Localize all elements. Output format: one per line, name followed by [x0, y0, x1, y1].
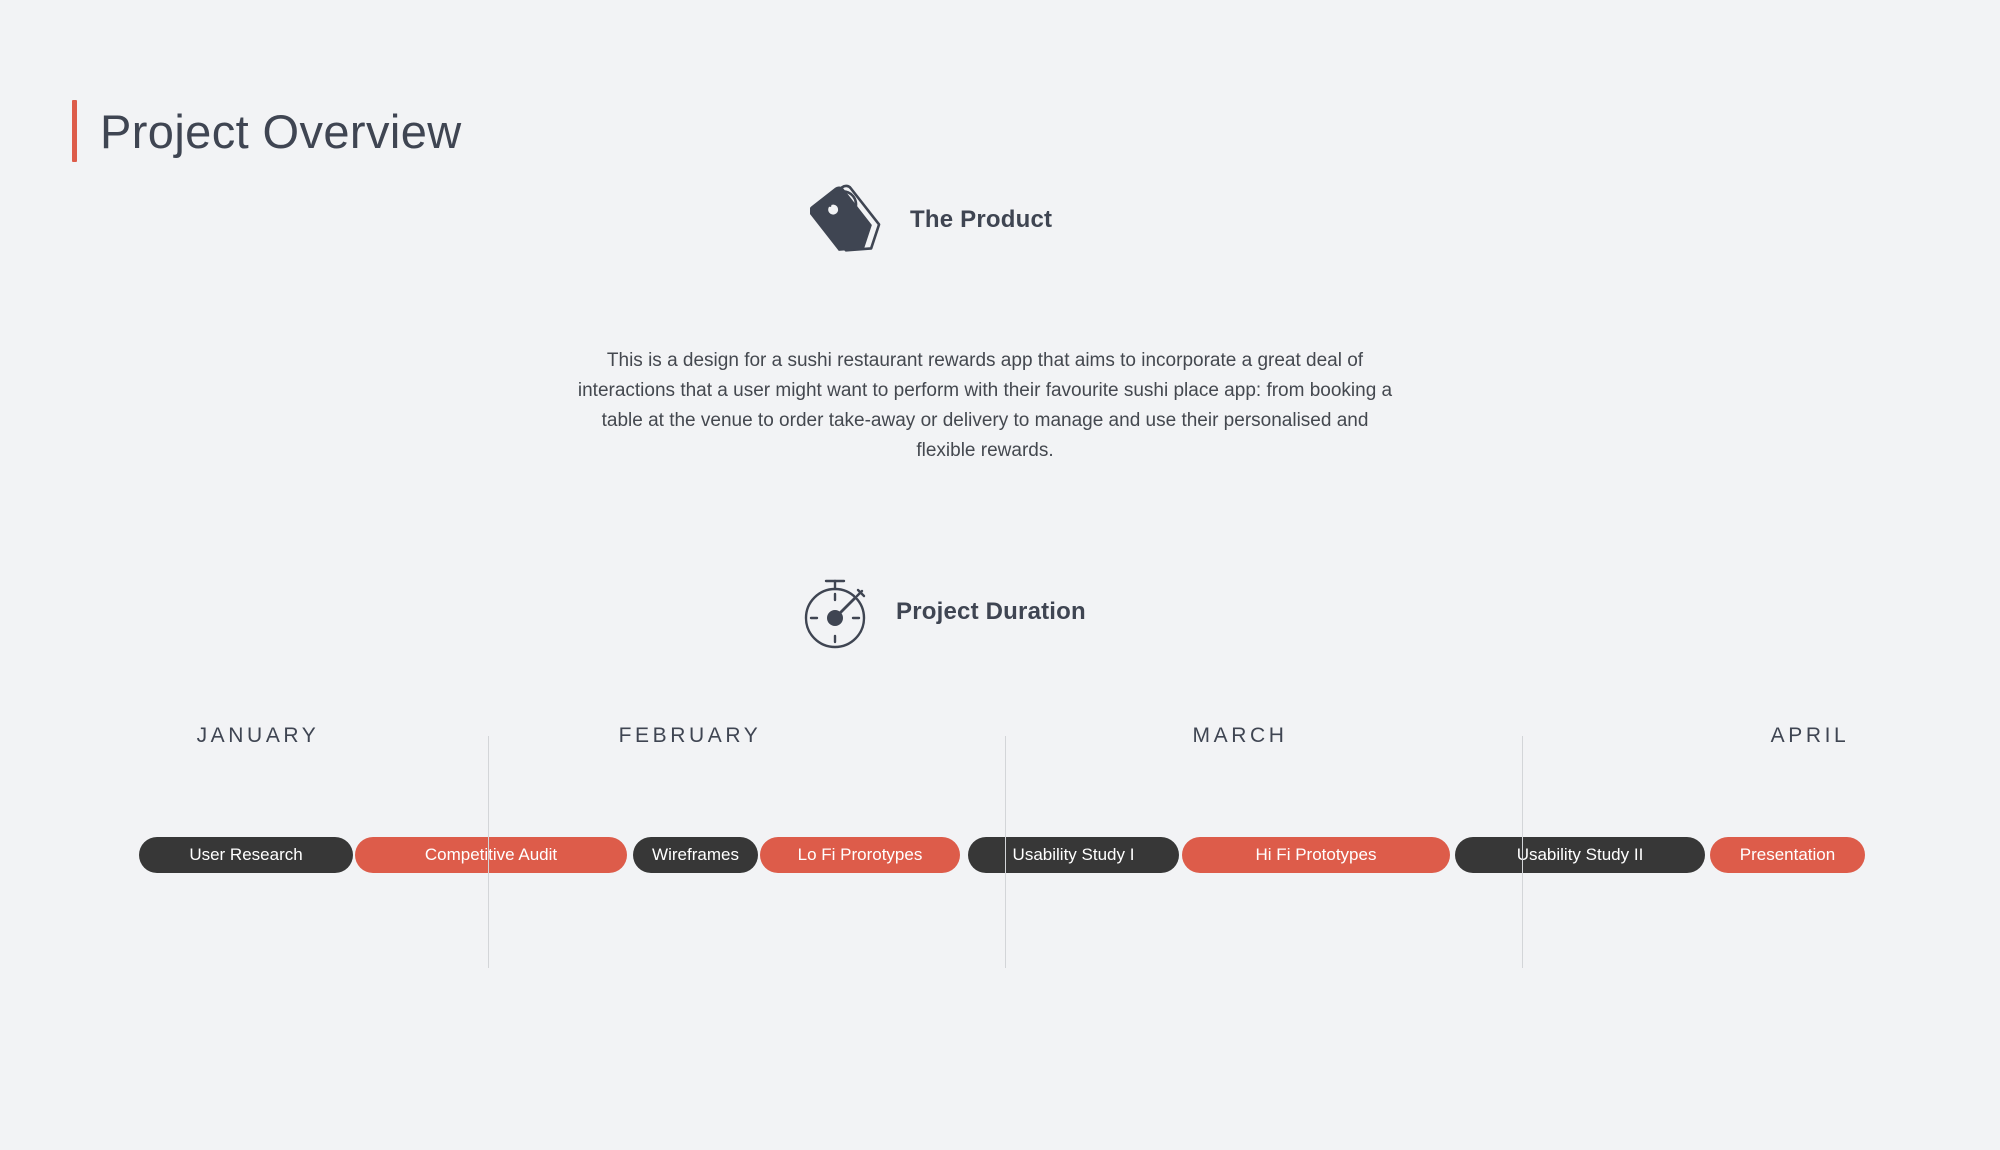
product-section-heading: The Product	[810, 182, 1052, 258]
timeline-task-pill[interactable]: Wireframes	[633, 837, 758, 873]
duration-heading-label: Project Duration	[896, 598, 1086, 625]
timeline-task-pill[interactable]: User Research	[139, 837, 353, 873]
timeline-task-pill[interactable]: Usability Study I	[968, 837, 1179, 873]
project-timeline: JANUARY FEBRUARY MARCH APRIL User Research C…	[0, 724, 2000, 984]
page-title: Project Overview	[100, 104, 462, 158]
timeline-month-divider	[1005, 736, 1006, 968]
title-accent-bar	[72, 100, 77, 162]
page-header: Project Overview	[72, 100, 462, 162]
timeline-task-pill[interactable]: Hi Fi Prototypes	[1182, 837, 1450, 873]
timeline-task-pill[interactable]: Competitive Audit	[355, 837, 627, 873]
timeline-task-row: User Research Competitive Audit Wireframes…	[0, 837, 2000, 875]
stopwatch-icon	[795, 570, 879, 654]
timeline-month-divider	[488, 736, 489, 968]
product-heading-label: The Product	[910, 206, 1053, 233]
timeline-month-label: FEBRUARY	[618, 724, 762, 747]
timeline-task-pill[interactable]: Usability Study II	[1455, 837, 1705, 873]
timeline-task-pill[interactable]: Presentation	[1710, 837, 1865, 873]
product-description: This is a design for a sushi restaurant …	[577, 350, 1393, 461]
timeline-month-label: APRIL	[1770, 724, 1850, 747]
timeline-month-label: JANUARY	[196, 724, 320, 747]
timeline-month-row: JANUARY FEBRUARY MARCH APRIL	[0, 724, 2000, 772]
timeline-month-divider	[1522, 736, 1523, 968]
timeline-month-label: MARCH	[1192, 724, 1288, 747]
timeline-task-pill[interactable]: Lo Fi Prorotypes	[760, 837, 960, 873]
duration-section-heading: Project Duration	[795, 570, 1086, 654]
price-tag-icon	[810, 182, 896, 258]
